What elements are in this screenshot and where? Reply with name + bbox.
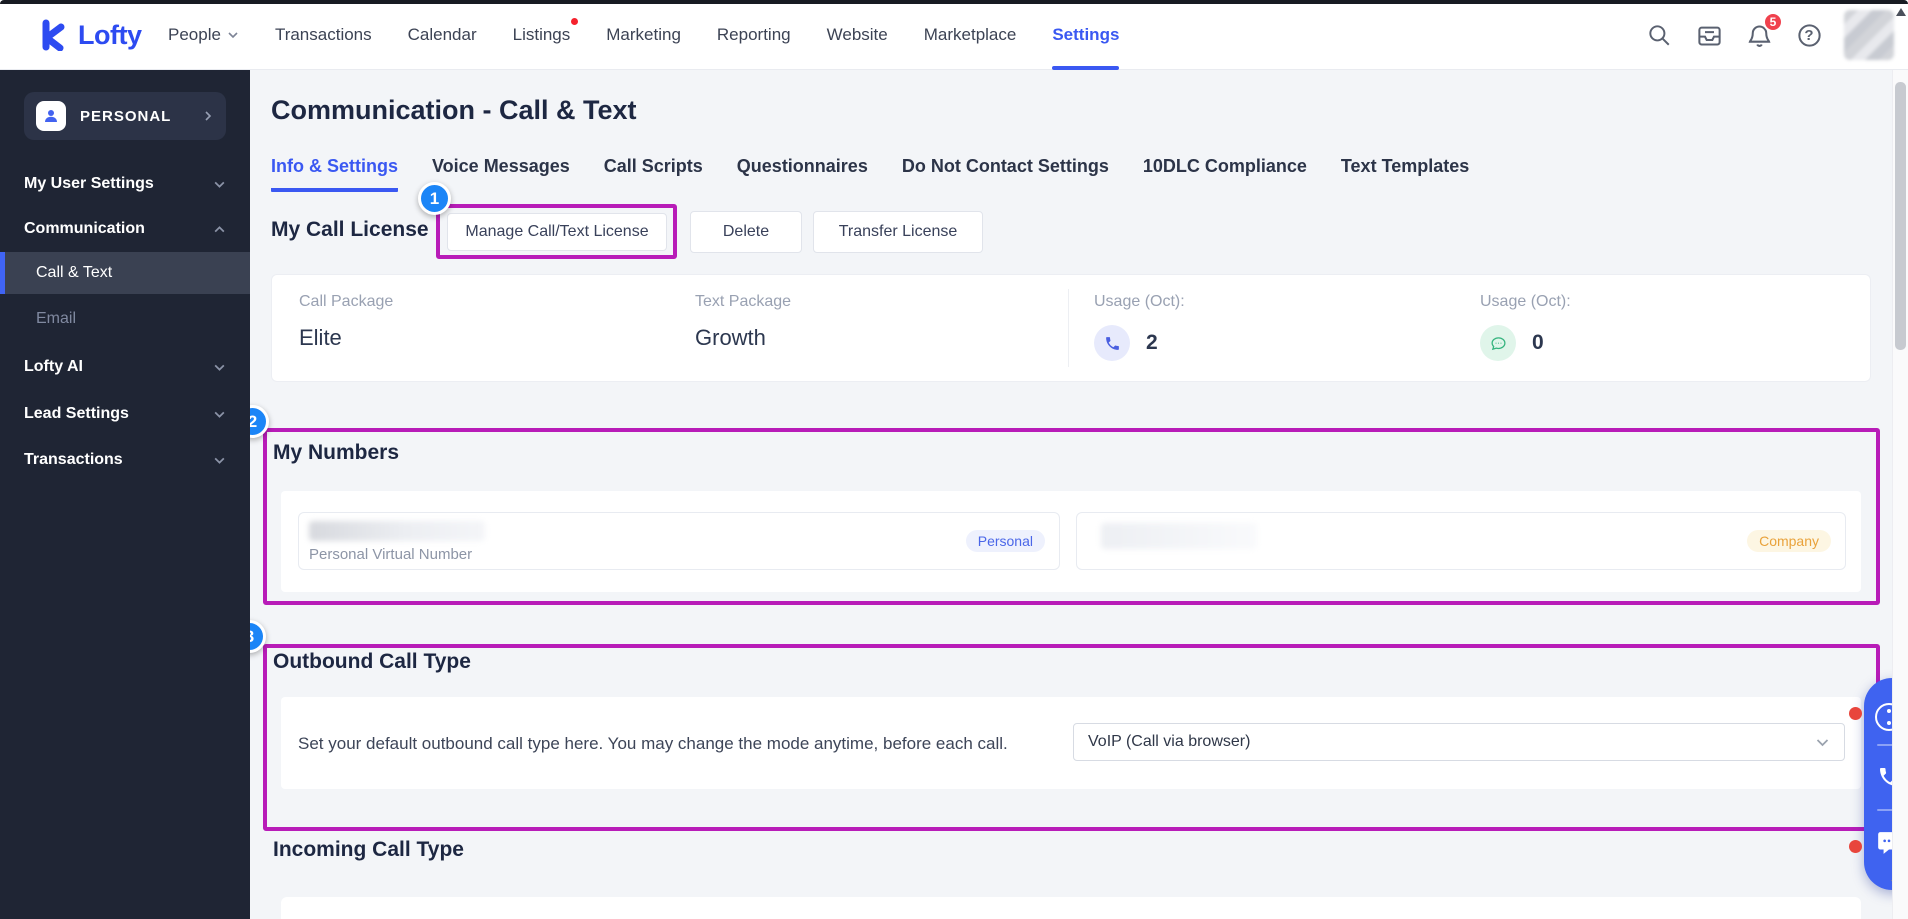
text-package-label: Text Package [695,293,791,311]
main-content: Communication - Call & Text Info & Setti… [250,70,1892,919]
tab-text-templates[interactable]: Text Templates [1341,156,1469,192]
chevron-down-icon [213,178,226,191]
notifications-bell-icon[interactable]: 5 [1744,20,1774,50]
nav-item-marketing[interactable]: Marketing [606,0,681,70]
settings-sidebar: PERSONAL My User Settings Communication … [0,70,250,919]
chevron-right-icon [202,110,214,122]
tab-questionnaires[interactable]: Questionnaires [737,156,868,192]
window-top-edge [0,0,1908,4]
transfer-license-button[interactable]: Transfer License [813,211,983,253]
outbound-panel: Set your default outbound call type here… [281,697,1861,789]
call-usage-value: 2 [1146,331,1158,355]
manage-call-text-license-button[interactable]: Manage Call/Text License [447,213,667,251]
notification-count-badge: 5 [1763,12,1783,32]
outbound-section-heading: Outbound Call Type [273,650,471,674]
chevron-down-icon [213,408,226,421]
sidebar-item-communication[interactable]: Communication [0,209,250,249]
listings-notification-dot [571,18,578,25]
inbox-icon[interactable] [1694,20,1724,50]
chevron-down-icon [213,454,226,467]
company-badge: Company [1747,530,1831,552]
chevron-up-icon [213,223,226,236]
annotation-step-1-badge: 1 [418,182,451,215]
lofty-logo-icon [38,19,70,51]
call-usage-label: Usage (Oct): [1094,293,1185,311]
license-summary-card: Call Package Elite Text Package Growth U… [271,274,1871,382]
nav-item-listings[interactable]: Listings [513,0,571,70]
text-usage-value: 0 [1532,331,1544,355]
tab-call-scripts[interactable]: Call Scripts [604,156,703,192]
redacted-phone-number [309,521,485,541]
nav-item-people[interactable]: People [168,0,239,70]
brand-name: Lofty [78,20,141,51]
numbers-section-heading: My Numbers [273,441,399,465]
search-icon[interactable] [1644,20,1674,50]
tab-voice-messages[interactable]: Voice Messages [432,156,570,192]
scrollbar-thumb[interactable] [1895,82,1906,350]
person-icon [36,101,66,131]
incoming-section-heading: Incoming Call Type [273,838,464,862]
call-package-label: Call Package [299,293,393,311]
sidebar-item-lead-settings[interactable]: Lead Settings [0,394,250,434]
sidebar-item-my-user-settings[interactable]: My User Settings [0,164,250,204]
page-scrollbar[interactable] [1892,70,1908,919]
license-section-heading: My Call License [271,218,429,242]
sidebar-item-lofty-ai[interactable]: Lofty AI [0,347,250,387]
text-package-value: Growth [695,325,766,351]
help-glyph: ? [1804,27,1813,44]
sidebar-item-call-and-text[interactable]: Call & Text [0,252,250,294]
nav-item-calendar[interactable]: Calendar [408,0,477,70]
chevron-down-icon [227,29,239,41]
widget-notification-dot [1849,840,1862,853]
sidebar-item-transactions[interactable]: Transactions [0,440,250,480]
nav-item-settings[interactable]: Settings [1052,0,1119,70]
numbers-panel: Personal Virtual Number Personal Company [281,491,1861,592]
number-description: Personal Virtual Number [309,546,472,563]
help-icon[interactable]: ? [1794,20,1824,50]
delete-button[interactable]: Delete [690,211,802,253]
main-navigation: People Transactions Calendar Listings Ma… [168,0,1119,70]
workspace-label: PERSONAL [80,108,202,125]
sidebar-item-email[interactable]: Email [0,298,250,340]
text-usage-label: Usage (Oct): [1480,293,1571,311]
outbound-call-type-select[interactable]: VoIP (Call via browser) [1073,723,1845,761]
top-bar-actions: 5 ? [1644,0,1894,70]
scroll-up-arrow[interactable] [1896,8,1906,16]
phone-icon [1094,325,1130,361]
user-avatar[interactable] [1844,10,1894,60]
lofty-logo[interactable]: Lofty [38,0,141,70]
outbound-description: Set your default outbound call type here… [298,734,1008,754]
message-icon [1480,325,1516,361]
tab-10dlc-compliance[interactable]: 10DLC Compliance [1143,156,1307,192]
chevron-down-icon [1815,735,1830,750]
card-divider [1068,289,1069,367]
nav-item-website[interactable]: Website [827,0,888,70]
widget-notification-dot [1849,707,1862,720]
personal-badge: Personal [966,530,1045,552]
tab-info-settings[interactable]: Info & Settings [271,156,398,192]
top-bar: Lofty People Transactions Calendar Listi… [0,0,1908,70]
nav-item-reporting[interactable]: Reporting [717,0,791,70]
chevron-down-icon [213,361,226,374]
nav-item-marketplace[interactable]: Marketplace [924,0,1017,70]
workspace-selector[interactable]: PERSONAL [24,92,226,140]
incoming-panel [281,897,1861,919]
tab-do-not-contact-settings[interactable]: Do Not Contact Settings [902,156,1109,192]
nav-item-transactions[interactable]: Transactions [275,0,372,70]
page-title: Communication - Call & Text [271,95,637,126]
app-window: Lofty People Transactions Calendar Listi… [0,0,1908,919]
tab-bar: Info & Settings Voice Messages Call Scri… [271,156,1469,192]
selected-option-label: VoIP (Call via browser) [1088,733,1250,751]
redacted-phone-number [1101,523,1257,549]
personal-number-card: Personal Virtual Number Personal [298,512,1060,570]
company-number-card: Company [1076,512,1846,570]
call-package-value: Elite [299,325,342,351]
